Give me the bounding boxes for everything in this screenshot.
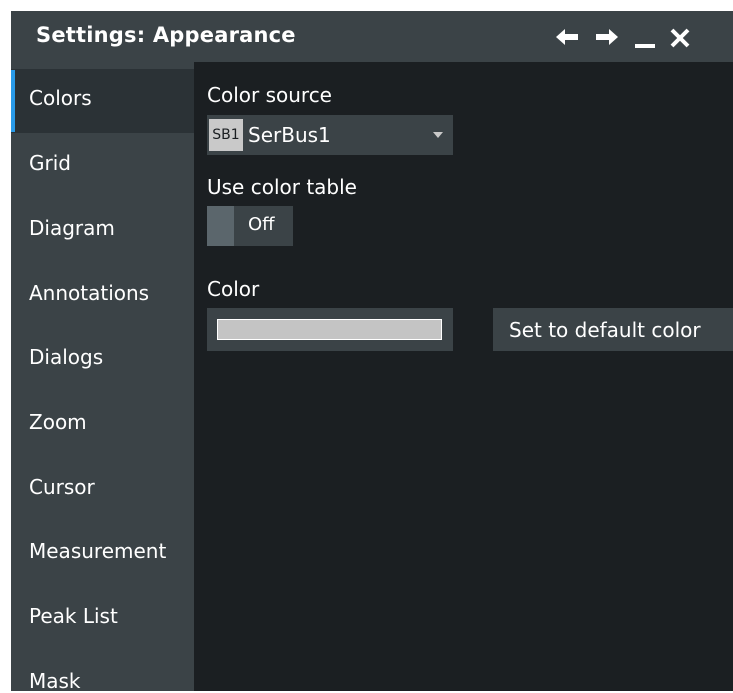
sidebar-item-measurement[interactable]: Measurement [11, 522, 194, 586]
toggle-knob [207, 206, 234, 246]
sidebar-item-mask[interactable]: Mask [11, 652, 194, 693]
set-default-color-label: Set to default color [509, 318, 701, 342]
sidebar-item-label: Measurement [29, 539, 167, 563]
sidebar-item-label: Mask [29, 669, 81, 693]
sidebar-item-cursor[interactable]: Cursor [11, 458, 194, 522]
serbus-badge: SB1 [209, 119, 243, 151]
color-source-label: Color source [207, 83, 332, 107]
sidebar-item-grid[interactable]: Grid [11, 134, 194, 198]
sidebar-item-colors[interactable]: Colors [11, 69, 194, 133]
toggle-state: Off [248, 214, 275, 235]
sidebar-item-annotations[interactable]: Annotations [11, 264, 194, 328]
sidebar-item-zoom[interactable]: Zoom [11, 393, 194, 457]
dialog-title: Settings: Appearance [36, 23, 296, 47]
back-icon[interactable] [556, 24, 580, 50]
title-bar: Settings: Appearance [11, 11, 733, 62]
color-label: Color [207, 277, 260, 301]
sidebar-item-label: Grid [29, 151, 71, 175]
sidebar-item-label: Peak List [29, 604, 118, 628]
sidebar-item-label: Diagram [29, 216, 115, 240]
colors-panel: Color source SB1 SerBus1 Use color table… [194, 62, 733, 691]
color-source-value: SerBus1 [248, 123, 331, 147]
chevron-down-icon [433, 132, 443, 138]
sidebar-item-label: Annotations [29, 281, 150, 305]
sidebar-item-label: Colors [29, 86, 92, 110]
minimize-icon[interactable] [633, 24, 657, 50]
close-icon[interactable] [668, 24, 692, 50]
color-swatch [217, 319, 442, 340]
sidebar-item-label: Dialogs [29, 345, 104, 369]
use-color-table-label: Use color table [207, 175, 357, 199]
color-source-dropdown[interactable]: SB1 SerBus1 [207, 115, 453, 155]
color-picker-field[interactable] [207, 308, 453, 351]
settings-sidebar: Colors Grid Diagram Annotations Dialogs … [11, 62, 194, 693]
sidebar-item-dialogs[interactable]: Dialogs [11, 328, 194, 392]
settings-dialog: Settings: Appearance Colors Grid Diagram… [11, 11, 733, 693]
set-default-color-button[interactable]: Set to default color [493, 308, 733, 351]
forward-icon[interactable] [594, 24, 618, 50]
sidebar-item-label: Cursor [29, 475, 95, 499]
sidebar-item-label: Zoom [29, 410, 87, 434]
active-indicator [11, 70, 15, 132]
use-color-table-toggle[interactable]: Off [207, 206, 293, 246]
sidebar-item-diagram[interactable]: Diagram [11, 199, 194, 263]
sidebar-item-peak-list[interactable]: Peak List [11, 587, 194, 651]
